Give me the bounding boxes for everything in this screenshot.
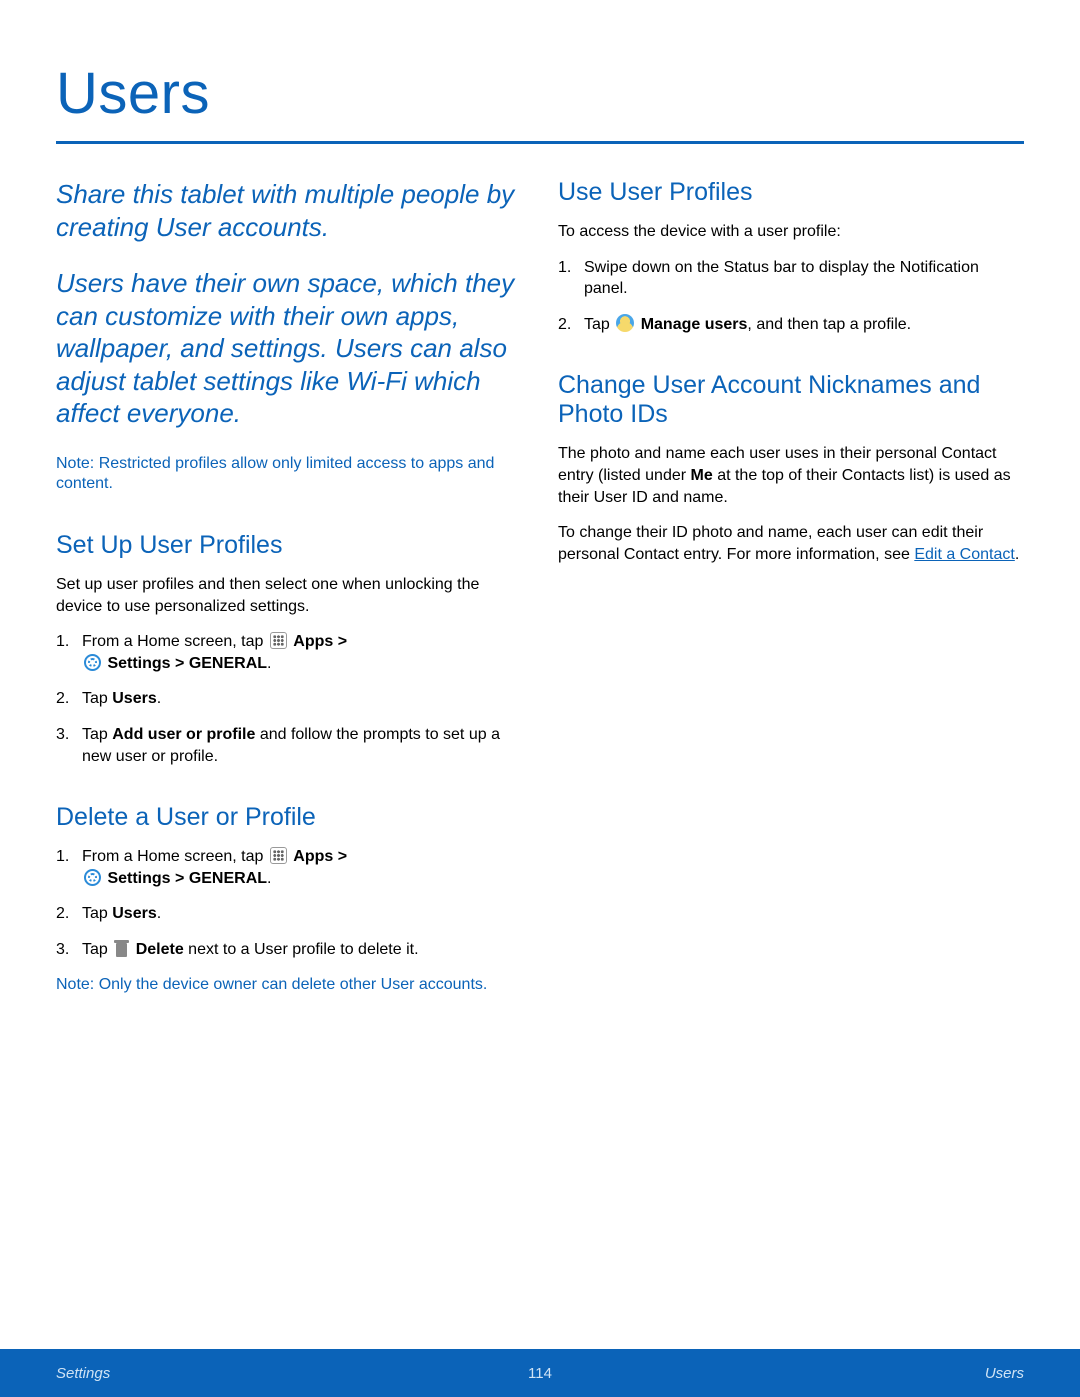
p2-post: . <box>1015 546 1019 563</box>
document-page: Users Share this tablet with multiple pe… <box>0 0 1080 1397</box>
delete-step-3: Tap Delete next to a User profile to del… <box>56 939 522 961</box>
footer-page-number: 114 <box>528 1365 552 1382</box>
users-label: Users <box>112 690 156 707</box>
content-columns: Share this tablet with multiple people b… <box>56 178 1024 1021</box>
gt: > <box>333 848 347 865</box>
me-label: Me <box>691 467 713 484</box>
setup-steps: From a Home screen, tap Apps > Settings … <box>56 631 522 767</box>
setup-step-1: From a Home screen, tap Apps > Settings … <box>56 631 522 674</box>
heading-delete-profile: Delete a User or Profile <box>56 803 522 832</box>
manage-users-label: Manage users <box>641 316 748 333</box>
note-label: Note <box>56 976 90 993</box>
period: . <box>157 905 161 922</box>
note-delete-owner: Note: Only the device owner can delete o… <box>56 975 522 996</box>
use-steps: Swipe down on the Status bar to display … <box>558 257 1024 336</box>
note-label: Note <box>56 455 90 472</box>
delete-steps: From a Home screen, tap Apps > Settings … <box>56 846 522 960</box>
settings-label: Settings <box>107 870 170 887</box>
period: . <box>267 870 271 887</box>
period: . <box>157 690 161 707</box>
trash-icon <box>114 940 129 957</box>
heading-use-profiles: Use User Profiles <box>558 178 1024 207</box>
step-text: From a Home screen, tap <box>82 848 268 865</box>
page-footer: Settings 114 Users <box>0 1349 1080 1397</box>
use-intro: To access the device with a user profile… <box>558 221 1024 243</box>
change-p2: To change their ID photo and name, each … <box>558 522 1024 565</box>
step-text: Swipe down on the Status bar to display … <box>584 259 979 298</box>
settings-icon <box>84 654 101 671</box>
heading-set-up-profiles: Set Up User Profiles <box>56 531 522 560</box>
left-column: Share this tablet with multiple people b… <box>56 178 522 1021</box>
right-column: Use User Profiles To access the device w… <box>558 178 1024 1021</box>
step-text: From a Home screen, tap <box>82 633 268 650</box>
apps-icon <box>270 632 287 649</box>
step-text: Tap <box>82 941 112 958</box>
note-body: : Only the device owner can delete other… <box>90 976 488 993</box>
setup-step-2: Tap Users. <box>56 688 522 710</box>
delete-label: Delete <box>136 941 184 958</box>
heading-change-nicknames: Change User Account Nicknames and Photo … <box>558 371 1024 429</box>
apps-label: Apps <box>293 633 333 650</box>
gt: > <box>333 633 347 650</box>
intro-paragraph-2: Users have their own space, which they c… <box>56 267 522 430</box>
users-label: Users <box>112 905 156 922</box>
page-title: Users <box>56 60 1024 141</box>
use-step-2: Tap Manage users, and then tap a profile… <box>558 314 1024 336</box>
delete-step-1: From a Home screen, tap Apps > Settings … <box>56 846 522 889</box>
settings-icon <box>84 869 101 886</box>
settings-label: Settings <box>107 655 170 672</box>
step-text: Tap <box>584 316 614 333</box>
footer-left: Settings <box>56 1365 110 1382</box>
step-text: Tap <box>82 726 112 743</box>
step-text: Tap <box>82 905 112 922</box>
note-restricted-profiles: Note: Restricted profiles allow only lim… <box>56 454 522 496</box>
setup-step-3: Tap Add user or profile and follow the p… <box>56 724 522 767</box>
change-p1: The photo and name each user uses in the… <box>558 443 1024 508</box>
general-label: > GENERAL <box>171 870 267 887</box>
add-user-label: Add user or profile <box>112 726 255 743</box>
general-label: > GENERAL <box>171 655 267 672</box>
note-body: : Restricted profiles allow only limited… <box>56 455 494 493</box>
delete-step-2: Tap Users. <box>56 903 522 925</box>
use-step-1: Swipe down on the Status bar to display … <box>558 257 1024 300</box>
setup-intro: Set up user profiles and then select one… <box>56 574 522 617</box>
period: . <box>267 655 271 672</box>
step-text: Tap <box>82 690 112 707</box>
edit-contact-link[interactable]: Edit a Contact <box>914 546 1015 563</box>
title-rule <box>56 141 1024 144</box>
apps-icon <box>270 847 287 864</box>
step-post: next to a User profile to delete it. <box>184 941 419 958</box>
step-post: , and then tap a profile. <box>747 316 911 333</box>
footer-right: Users <box>985 1365 1024 1382</box>
apps-label: Apps <box>293 848 333 865</box>
intro-paragraph-1: Share this tablet with multiple people b… <box>56 178 522 243</box>
user-icon <box>616 314 634 332</box>
